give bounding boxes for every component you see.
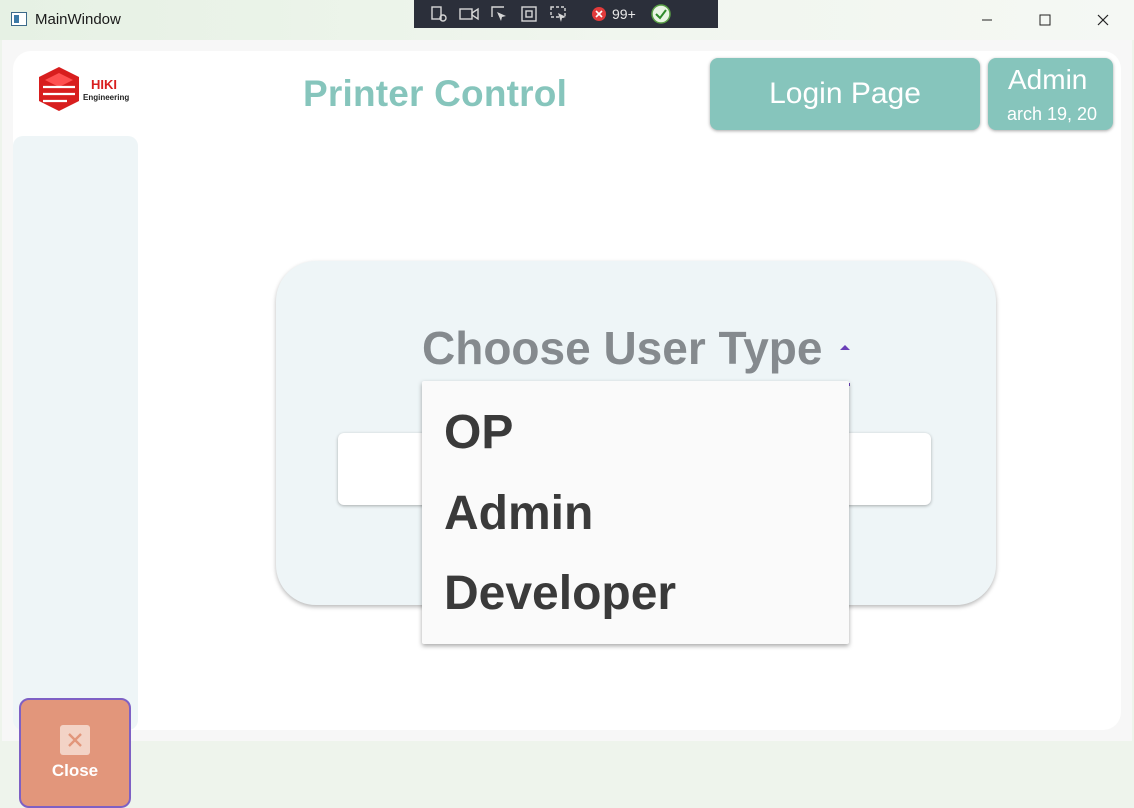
- user-info-box: Admin arch 19, 20: [988, 58, 1113, 130]
- close-icon: [60, 725, 90, 755]
- company-logo: HIKI Engineering: [37, 65, 137, 119]
- user-name: Admin: [1008, 64, 1088, 95]
- close-window-icon: [1097, 14, 1109, 26]
- login-page-button[interactable]: Login Page: [710, 58, 980, 130]
- option-op[interactable]: OP: [444, 405, 513, 460]
- maximize-icon: [1039, 14, 1051, 26]
- maximize-button[interactable]: [1016, 0, 1074, 40]
- logo-subtext: Engineering: [83, 93, 130, 102]
- select-element-icon[interactable]: [488, 3, 510, 25]
- binding-errors-icon[interactable]: [588, 3, 610, 25]
- client-area: HIKI Engineering Printer Control Login P…: [2, 40, 1132, 808]
- track-focus-icon[interactable]: [548, 3, 570, 25]
- date-text: arch 19, 20: [1007, 104, 1098, 124]
- close-window-button[interactable]: [1074, 0, 1132, 40]
- live-visual-tree-icon[interactable]: [428, 3, 450, 25]
- option-developer[interactable]: Developer: [444, 566, 676, 621]
- hot-reload-ok-icon[interactable]: [650, 3, 672, 25]
- binding-error-count: 99+: [612, 6, 636, 22]
- camera-icon[interactable]: [458, 3, 480, 25]
- page-title: Printer Control: [303, 73, 568, 114]
- main-card: HIKI Engineering Printer Control Login P…: [13, 51, 1121, 808]
- dropdown-caret-icon[interactable]: [840, 345, 850, 350]
- minimize-icon: [982, 19, 992, 21]
- logo-text: HIKI: [91, 77, 117, 92]
- user-type-dropdown: OP Admin Developer: [422, 381, 849, 644]
- close-button[interactable]: Close: [19, 698, 131, 808]
- window-title: MainWindow: [35, 11, 121, 28]
- debug-toolbar: 99+: [414, 0, 718, 28]
- logo-icon: [39, 67, 79, 111]
- minimize-button[interactable]: [958, 0, 1016, 40]
- user-type-combobox[interactable]: Choose User Type: [422, 321, 850, 386]
- sidebar: Close: [13, 136, 138, 808]
- display-adorners-icon[interactable]: [518, 3, 540, 25]
- close-label: Close: [51, 761, 99, 780]
- app-icon: [11, 12, 27, 26]
- option-admin[interactable]: Admin: [444, 486, 593, 541]
- user-type-label: Choose User Type: [422, 322, 823, 374]
